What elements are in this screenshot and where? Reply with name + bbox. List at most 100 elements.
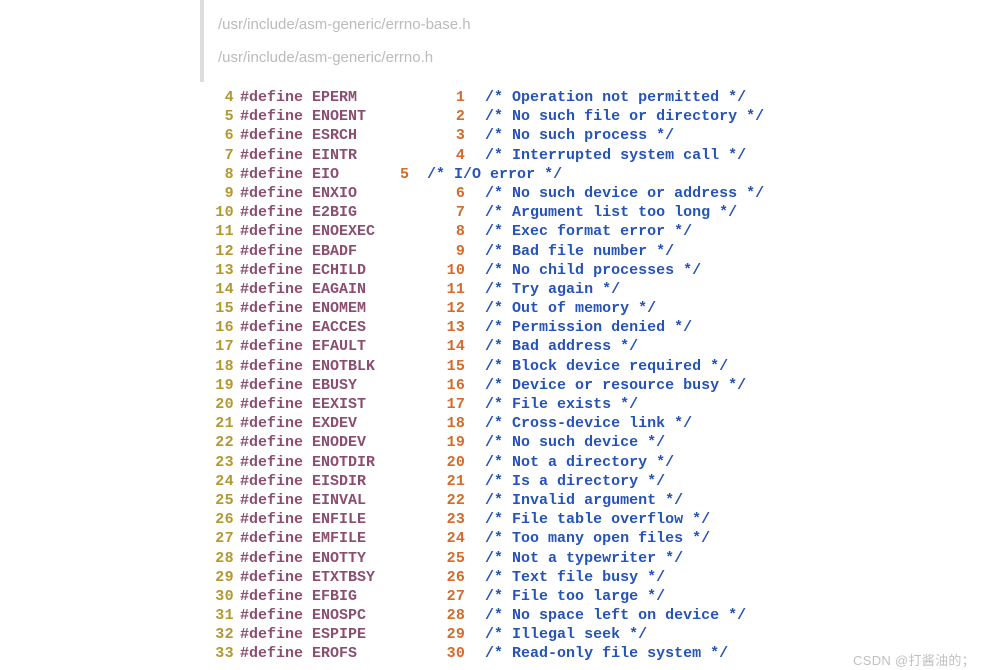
code-row: 23#define ENOTDIR20/* Not a directory */ [200, 453, 989, 472]
line-number: 26 [200, 510, 234, 529]
errno-comment: /* No space left on device */ [485, 606, 746, 625]
line-number: 4 [200, 88, 234, 107]
define-keyword: #define EMFILE [240, 529, 375, 548]
errno-value: 30 [375, 644, 465, 663]
errno-comment: /* File too large */ [485, 587, 665, 606]
errno-value: 13 [375, 318, 465, 337]
path-line: /usr/include/asm-generic/errno.h [204, 41, 989, 74]
errno-comment: /* Operation not permitted */ [485, 88, 746, 107]
errno-value: 7 [375, 203, 465, 222]
errno-value: 17 [375, 395, 465, 414]
define-keyword: #define ENOTBLK [240, 357, 375, 376]
define-keyword: #define EBUSY [240, 376, 375, 395]
code-row: 17#define EFAULT 14/* Bad address */ [200, 337, 989, 356]
code-row: 13#define ECHILD 10/* No child processes… [200, 261, 989, 280]
errno-value: 21 [375, 472, 465, 491]
errno-value: 8 [375, 222, 465, 241]
errno-comment: /* File table overflow */ [485, 510, 710, 529]
line-number: 19 [200, 376, 234, 395]
line-number: 33 [200, 644, 234, 663]
define-keyword: #define ENODEV [240, 433, 375, 452]
errno-value: 24 [375, 529, 465, 548]
define-keyword: #define EINVAL [240, 491, 375, 510]
code-row: 5#define ENOENT 2/* No such file or dire… [200, 107, 989, 126]
errno-comment: /* No such file or directory */ [485, 107, 764, 126]
line-number: 15 [200, 299, 234, 318]
define-keyword: #define EFBIG [240, 587, 375, 606]
line-number: 16 [200, 318, 234, 337]
errno-value: 28 [375, 606, 465, 625]
code-row: 29#define ETXTBSY26/* Text file busy */ [200, 568, 989, 587]
errno-value: 6 [375, 184, 465, 203]
errno-value: 11 [375, 280, 465, 299]
errno-value: 3 [375, 126, 465, 145]
define-keyword: #define ENOTTY [240, 549, 375, 568]
errno-comment: /* Out of memory */ [485, 299, 656, 318]
define-keyword: #define ENFILE [240, 510, 375, 529]
line-number: 14 [200, 280, 234, 299]
code-row: 31#define ENOSPC 28/* No space left on d… [200, 606, 989, 625]
errno-comment: /* I/O error */ [427, 165, 562, 184]
line-number: 28 [200, 549, 234, 568]
code-row: 18#define ENOTBLK15/* Block device requi… [200, 357, 989, 376]
errno-comment: /* Device or resource busy */ [485, 376, 746, 395]
code-row: 12#define EBADF 9/* Bad file number */ [200, 242, 989, 261]
errno-comment: /* Illegal seek */ [485, 625, 647, 644]
code-row: 27#define EMFILE 24/* Too many open file… [200, 529, 989, 548]
errno-comment: /* Exec format error */ [485, 222, 692, 241]
errno-value: 25 [375, 549, 465, 568]
errno-comment: /* File exists */ [485, 395, 638, 414]
line-number: 25 [200, 491, 234, 510]
code-listing: 4 #define EPERM 1 /* Operation not permitt… [200, 88, 989, 664]
errno-comment: /* Permission denied */ [485, 318, 692, 337]
line-number: 9 [200, 184, 234, 203]
line-number: 24 [200, 472, 234, 491]
define-keyword: #define EFAULT [240, 337, 375, 356]
define-keyword: #define E2BIG [240, 203, 375, 222]
errno-value: 18 [375, 414, 465, 433]
errno-value: 1 [375, 88, 465, 107]
define-keyword: #define ENXIO [240, 184, 375, 203]
code-row: 22#define ENODEV 19/* No such device */ [200, 433, 989, 452]
errno-comment: /* Bad file number */ [485, 242, 674, 261]
errno-value: 4 [375, 146, 465, 165]
define-keyword: #define ENOEXEC [240, 222, 375, 241]
errno-comment: /* Is a directory */ [485, 472, 665, 491]
errno-comment: /* No child processes */ [485, 261, 701, 280]
watermark: CSDN @打酱油的； [853, 650, 975, 669]
errno-value: 23 [375, 510, 465, 529]
file-paths-block: /usr/include/asm-generic/errno-base.h /u… [200, 0, 989, 82]
errno-comment: /* Block device required */ [485, 357, 728, 376]
define-keyword: #define EINTR [240, 146, 375, 165]
define-keyword: #define EIO [240, 165, 339, 184]
line-number: 6 [200, 126, 234, 145]
errno-comment: /* No such device or address */ [485, 184, 764, 203]
line-number: 27 [200, 529, 234, 548]
define-keyword: #define EROFS [240, 644, 375, 663]
errno-comment: /* Not a typewriter */ [485, 549, 683, 568]
code-row: 9 #define ENXIO 6 /* No such device or add… [200, 184, 989, 203]
line-number: 32 [200, 625, 234, 644]
line-number: 30 [200, 587, 234, 606]
errno-value: 9 [375, 242, 465, 261]
define-keyword: #define ETXTBSY [240, 568, 375, 587]
define-keyword: #define ENOSPC [240, 606, 375, 625]
errno-value: 12 [375, 299, 465, 318]
errno-value: 16 [375, 376, 465, 395]
define-keyword: #define EPERM [240, 88, 375, 107]
errno-comment: /* Argument list too long */ [485, 203, 737, 222]
errno-comment: /* No such device */ [485, 433, 665, 452]
define-keyword: #define ENOTDIR [240, 453, 375, 472]
define-keyword: #define EEXIST [240, 395, 375, 414]
define-keyword: #define EACCES [240, 318, 375, 337]
define-keyword: #define EBADF [240, 242, 375, 261]
errno-comment: /* Not a directory */ [485, 453, 674, 472]
errno-value: 15 [375, 357, 465, 376]
code-row: 10#define E2BIG 7/* Argument list too lo… [200, 203, 989, 222]
errno-value: 10 [375, 261, 465, 280]
code-row: 26 #define ENFILE 23 /* File table overflo… [200, 510, 989, 529]
errno-value: 29 [375, 625, 465, 644]
code-row: 4 #define EPERM 1 /* Operation not permitt… [200, 88, 989, 107]
line-number: 13 [200, 261, 234, 280]
errno-comment: /* Interrupted system call */ [485, 146, 746, 165]
